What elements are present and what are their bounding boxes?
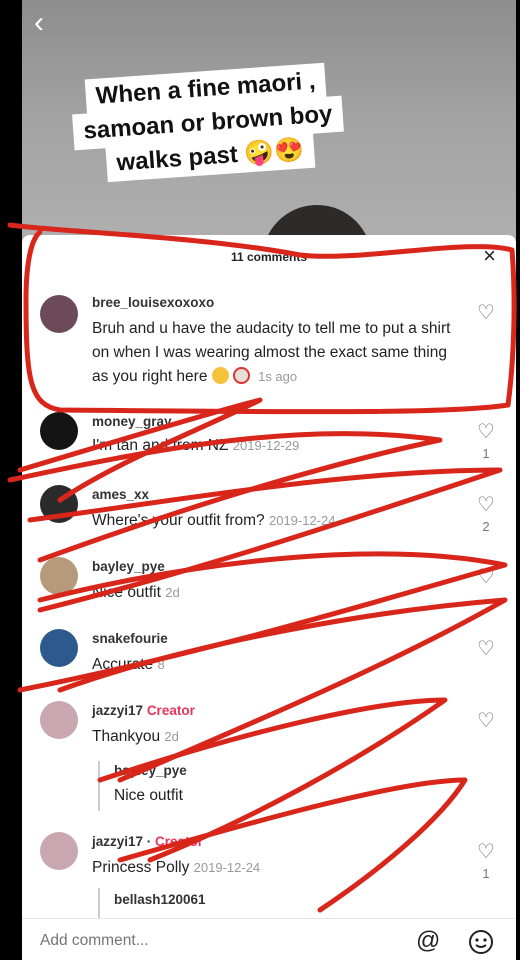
comment-input-bar: @ [22,918,516,960]
reply-username[interactable]: bayley_pye [114,763,187,778]
comment-username[interactable]: bree_louisexoxoxo [92,295,214,310]
comment-username[interactable]: jazzyi17 Creator [92,703,195,718]
comment-body: Where's your outfit from? [92,512,265,529]
comment-time: 2019-12-24 [193,860,261,875]
comment-username-text: jazzyi17 · [92,834,152,849]
comment-username[interactable]: snakefourie [92,631,168,646]
comment-username[interactable]: jazzyi17 · Creator [92,834,203,849]
comment-time: 2d [165,585,180,600]
chevron-left-icon[interactable]: ‹ [34,8,64,38]
comment-text: Nice outfit 2d [92,581,452,605]
comment-username[interactable]: money_gray [92,414,172,429]
like-count: 1 [482,446,490,461]
comment-body: Nice outfit [92,584,161,601]
emoji-icon[interactable] [468,929,494,955]
avatar[interactable] [40,412,78,450]
comment-time: 2019-12-24 [268,513,336,528]
heart-icon[interactable]: ♡ [474,639,498,659]
comment-text: Bruh and u have the audacity to tell me … [92,317,452,389]
comment-username-text: jazzyi17 [92,703,144,718]
reply-username[interactable]: bellash120061 [114,892,206,907]
comment-body: Thankyou [92,728,161,745]
heart-icon[interactable]: ♡ [474,567,498,587]
comment-text: Princess Polly 2019-12-24 [92,856,452,880]
comment-time: 2d [164,729,179,744]
add-comment-input[interactable] [40,929,380,953]
heart-icon[interactable]: ♡ [474,495,498,515]
reply-divider [98,888,100,918]
reply-text: Nice outfit [114,787,183,804]
avatar[interactable] [40,485,78,523]
heart-icon[interactable]: ♡ [474,842,498,862]
comment-username[interactable]: ames_xx [92,487,149,502]
comment-body: I'm tan and from NZ [92,437,229,454]
comments-sheet: 11 comments × bree_louisexoxoxo Bruh and… [22,235,516,960]
comment-username[interactable]: bayley_pye [92,559,165,574]
laughing-emoji-icon [211,367,229,384]
comment-text: Thankyou 2d [92,725,452,749]
avatar[interactable] [40,832,78,870]
like-count: 1 [482,866,490,881]
close-icon[interactable]: × [483,243,496,269]
avatar[interactable] [40,701,78,739]
video-caption: When a fine maori , samoan or brown boy … [57,62,359,184]
comment-count-title: 11 comments [230,250,308,264]
heart-icon[interactable]: ♡ [474,711,498,731]
comment-time: 2019-12-29 [232,438,300,453]
comment-text: Where's your outfit from? 2019-12-24 [92,509,452,533]
avatar[interactable] [40,295,78,333]
comment-body: Accurate [92,656,154,673]
creator-badge: Creator [155,834,204,849]
creator-badge: Creator [146,703,195,718]
comment-text: Accurate 8 [92,653,452,677]
mention-icon[interactable]: @ [416,927,440,955]
clown-emoji-icon [232,367,250,384]
heart-icon[interactable]: ♡ [474,422,498,442]
comment-time: 1s ago [258,369,298,384]
avatar[interactable] [40,629,78,667]
comment-body: Princess Polly [92,859,190,876]
comment-text: I'm tan and from NZ 2019-12-29 [92,434,452,458]
reply-divider [98,761,100,811]
comment-time: 8 [157,657,165,672]
like-count: 2 [482,519,490,534]
avatar[interactable] [40,557,78,595]
heart-icon[interactable]: ♡ [474,303,498,323]
